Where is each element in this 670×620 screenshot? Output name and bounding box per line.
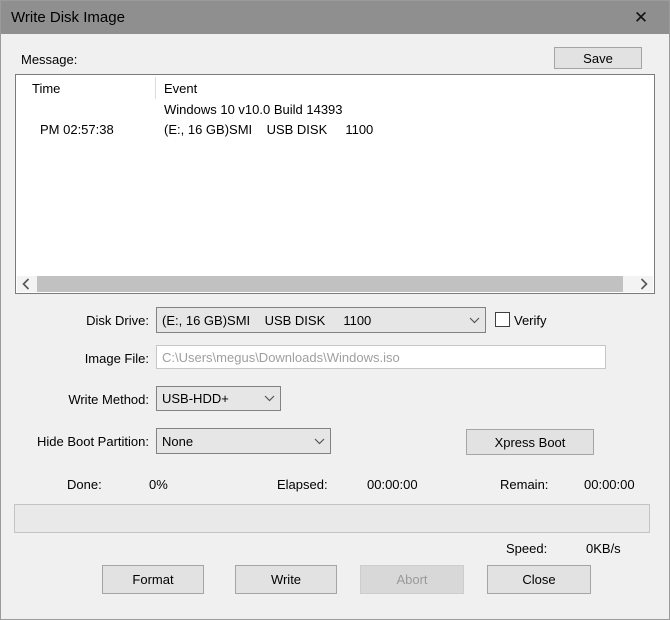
column-divider — [155, 77, 156, 99]
chevron-down-icon — [308, 438, 330, 445]
save-button[interactable]: Save — [554, 47, 642, 69]
write-button[interactable]: Write — [235, 565, 337, 594]
write-method-value: USB-HDD+ — [162, 391, 229, 406]
done-label: Done: — [67, 477, 102, 492]
log-row-event: (E:, 16 GB)SMI USB DISK 1100 — [164, 122, 374, 137]
remain-value: 00:00:00 — [584, 477, 635, 492]
write-method-select[interactable]: USB-HDD+ — [156, 386, 281, 411]
xpress-boot-button[interactable]: Xpress Boot — [466, 429, 594, 455]
close-icon[interactable]: ✕ — [621, 1, 661, 34]
message-label: Message: — [21, 52, 78, 67]
format-button[interactable]: Format — [102, 565, 204, 594]
disk-drive-value: (E:, 16 GB)SMI USB DISK 1100 — [162, 312, 372, 328]
chevron-down-icon — [258, 395, 280, 402]
scroll-right-icon[interactable] — [635, 276, 653, 292]
window-title: Write Disk Image — [11, 9, 125, 26]
image-file-input[interactable]: C:\Users\megus\Downloads\Windows.iso — [156, 345, 606, 369]
elapsed-label: Elapsed: — [277, 477, 328, 492]
hide-boot-partition-value: None — [162, 433, 194, 449]
disk-drive-label: Disk Drive: — [86, 313, 149, 328]
hide-boot-partition-label: Hide Boot Partition: — [36, 434, 149, 449]
hide-boot-partition-select[interactable]: None — [156, 428, 331, 454]
event-log-list[interactable]: Time Event Windows 10 v10.0 Build 14393 … — [15, 74, 655, 294]
chevron-down-icon — [463, 317, 485, 324]
column-header-event[interactable]: Event — [164, 81, 197, 96]
progress-bar — [14, 504, 650, 533]
speed-value: 0KB/s — [586, 541, 621, 556]
verify-checkbox[interactable] — [495, 312, 510, 327]
write-method-label: Write Method: — [68, 392, 149, 407]
log-row-event: Windows 10 v10.0 Build 14393 — [164, 102, 343, 117]
write-disk-image-dialog: Write Disk Image ✕ Message: Save Time Ev… — [0, 0, 670, 620]
remain-label: Remain: — [500, 477, 549, 492]
abort-button: Abort — [360, 565, 464, 594]
elapsed-value: 00:00:00 — [367, 477, 418, 492]
image-file-label: Image File: — [84, 351, 149, 366]
title-bar[interactable]: Write Disk Image ✕ — [1, 1, 669, 34]
scrollbar-track[interactable] — [35, 276, 635, 292]
column-header-time[interactable]: Time — [32, 81, 60, 96]
close-button[interactable]: Close — [487, 565, 591, 594]
verify-label[interactable]: Verify — [514, 313, 547, 328]
scrollbar-thumb[interactable] — [37, 276, 623, 292]
horizontal-scrollbar[interactable] — [17, 276, 653, 292]
done-value: 0% — [149, 477, 168, 492]
log-row-time: PM 02:57:38 — [40, 122, 114, 137]
disk-drive-select[interactable]: (E:, 16 GB)SMI USB DISK 1100 — [156, 307, 486, 333]
scroll-left-icon[interactable] — [17, 276, 35, 292]
speed-label: Speed: — [506, 541, 548, 556]
